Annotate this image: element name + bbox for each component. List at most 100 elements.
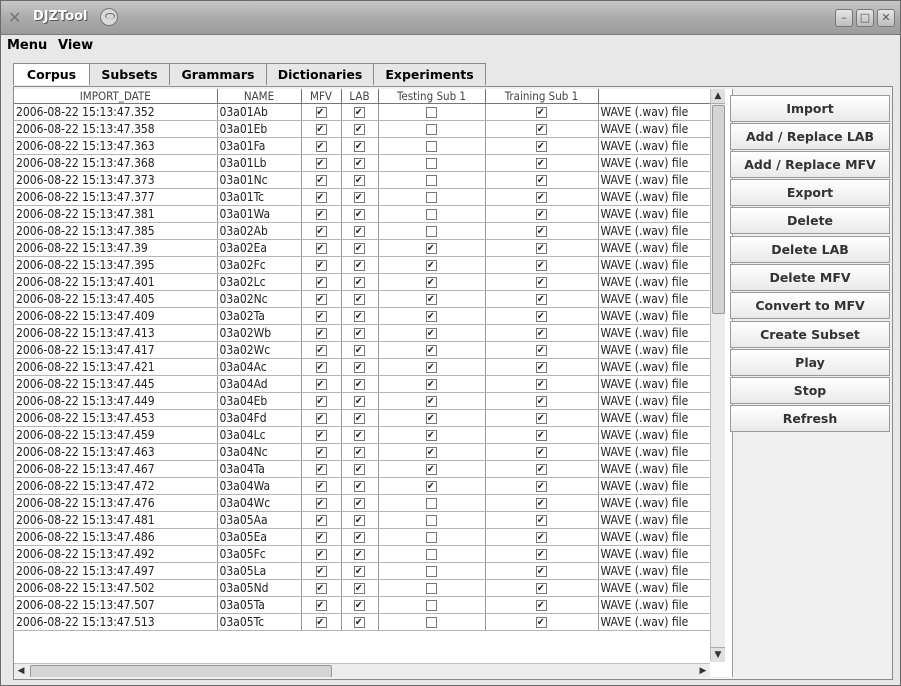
table-row[interactable]: 2006-08-22 15:13:47.3903a02Ea WAVE (.wav)… [14, 239, 711, 257]
checkbox-mfv[interactable] [315, 564, 327, 579]
checkbox-lab[interactable] [354, 513, 365, 528]
delete-mfv-button[interactable]: Delete MFV [730, 264, 890, 291]
scroll-left-icon[interactable]: ◀ [14, 664, 28, 677]
checkbox-lab[interactable] [354, 173, 365, 188]
checkbox-testing-sub-1[interactable] [426, 394, 437, 409]
table-row[interactable]: 2006-08-22 15:13:47.37703a01Tc WAVE (.wav… [14, 188, 711, 206]
table-row[interactable]: 2006-08-22 15:13:47.47603a04Wc WAVE (.wav… [14, 494, 711, 512]
checkbox-lab[interactable] [354, 122, 365, 137]
table-row[interactable]: 2006-08-22 15:13:47.48603a05Ea WAVE (.wav… [14, 528, 711, 546]
checkbox-testing-sub-1[interactable] [426, 515, 437, 526]
checkbox-testing-sub-1[interactable] [426, 309, 437, 324]
checkbox-training-sub-1[interactable] [536, 241, 547, 256]
table-row[interactable]: 2006-08-22 15:13:47.36303a01Fa WAVE (.wav… [14, 137, 711, 155]
checkbox-testing-sub-1[interactable] [426, 600, 437, 611]
table-row[interactable]: 2006-08-22 15:13:47.46703a04Ta WAVE (.wav… [14, 460, 711, 478]
menu-item-view[interactable]: View [58, 38, 93, 53]
checkbox-training-sub-1[interactable] [536, 428, 547, 443]
checkbox-lab[interactable] [354, 445, 365, 460]
col-header-import-date[interactable]: IMPORT_DATE [14, 89, 218, 104]
tab-experiments[interactable]: Experiments [373, 63, 486, 85]
checkbox-testing-sub-1[interactable] [426, 360, 437, 375]
checkbox-lab[interactable] [354, 411, 365, 426]
checkbox-testing-sub-1[interactable] [426, 532, 437, 543]
checkbox-training-sub-1[interactable] [536, 139, 547, 154]
checkbox-testing-sub-1[interactable] [426, 377, 437, 392]
checkbox-mfv[interactable] [315, 173, 327, 188]
checkbox-testing-sub-1[interactable] [426, 326, 437, 341]
checkbox-mfv[interactable] [315, 411, 327, 426]
checkbox-training-sub-1[interactable] [536, 530, 547, 545]
export-button[interactable]: Export [730, 179, 890, 206]
checkbox-testing-sub-1[interactable] [426, 445, 437, 460]
checkbox-mfv[interactable] [315, 105, 327, 120]
checkbox-mfv[interactable] [315, 309, 327, 324]
checkbox-mfv[interactable] [315, 513, 327, 528]
checkbox-lab[interactable] [354, 547, 365, 562]
table-row[interactable]: 2006-08-22 15:13:47.40503a02Nc WAVE (.wav… [14, 290, 711, 308]
checkbox-mfv[interactable] [315, 292, 327, 307]
horizontal-scrollbar[interactable]: ◀ ▶ [14, 663, 710, 677]
checkbox-mfv[interactable] [315, 275, 327, 290]
checkbox-testing-sub-1[interactable] [426, 275, 437, 290]
table-row[interactable]: 2006-08-22 15:13:47.35803a01Eb WAVE (.wav… [14, 120, 711, 138]
checkbox-training-sub-1[interactable] [536, 207, 547, 222]
table-row[interactable]: 2006-08-22 15:13:47.40903a02Ta WAVE (.wav… [14, 307, 711, 325]
checkbox-training-sub-1[interactable] [536, 190, 547, 205]
checkbox-training-sub-1[interactable] [536, 615, 547, 630]
checkbox-training-sub-1[interactable] [536, 394, 547, 409]
table-row[interactable]: 2006-08-22 15:13:47.48103a05Aa WAVE (.wav… [14, 511, 711, 529]
checkbox-lab[interactable] [354, 139, 365, 154]
checkbox-training-sub-1[interactable] [536, 258, 547, 273]
checkbox-mfv[interactable] [315, 581, 327, 596]
checkbox-testing-sub-1[interactable] [426, 462, 437, 477]
delete-lab-button[interactable]: Delete LAB [730, 236, 890, 263]
table-row[interactable]: 2006-08-22 15:13:47.36803a01Lb WAVE (.wav… [14, 154, 711, 172]
checkbox-lab[interactable] [354, 343, 365, 358]
table-row[interactable]: 2006-08-22 15:13:47.40103a02Lc WAVE (.wav… [14, 273, 711, 291]
checkbox-mfv[interactable] [315, 598, 327, 613]
col-header-mfv[interactable]: MFV [301, 89, 342, 104]
checkbox-mfv[interactable] [315, 428, 327, 443]
table-row[interactable]: 2006-08-22 15:13:47.35203a01Ab WAVE (.wav… [14, 103, 711, 121]
checkbox-lab[interactable] [354, 156, 365, 171]
checkbox-training-sub-1[interactable] [536, 479, 547, 494]
checkbox-training-sub-1[interactable] [536, 309, 547, 324]
maximize-icon[interactable]: □ [856, 9, 874, 27]
checkbox-lab[interactable] [354, 190, 365, 205]
checkbox-lab[interactable] [354, 428, 365, 443]
checkbox-training-sub-1[interactable] [536, 343, 547, 358]
scroll-right-icon[interactable]: ▶ [696, 664, 710, 677]
horizontal-scroll-thumb[interactable] [30, 665, 332, 677]
table-row[interactable]: 2006-08-22 15:13:47.51303a05Tc WAVE (.wav… [14, 613, 711, 631]
checkbox-training-sub-1[interactable] [536, 513, 547, 528]
checkbox-mfv[interactable] [315, 258, 327, 273]
checkbox-lab[interactable] [354, 598, 365, 613]
checkbox-testing-sub-1[interactable] [426, 479, 437, 494]
checkbox-lab[interactable] [354, 309, 365, 324]
checkbox-lab[interactable] [354, 207, 365, 222]
checkbox-mfv[interactable] [315, 479, 327, 494]
checkbox-lab[interactable] [354, 530, 365, 545]
checkbox-testing-sub-1[interactable] [426, 549, 437, 560]
checkbox-training-sub-1[interactable] [536, 122, 547, 137]
checkbox-testing-sub-1[interactable] [426, 617, 437, 628]
convert-to-mfv-button[interactable]: Convert to MFV [730, 292, 890, 319]
checkbox-testing-sub-1[interactable] [426, 411, 437, 426]
checkbox-lab[interactable] [354, 462, 365, 477]
checkbox-lab[interactable] [354, 326, 365, 341]
checkbox-lab[interactable] [354, 479, 365, 494]
table-row[interactable]: 2006-08-22 15:13:47.39503a02Fc WAVE (.wav… [14, 256, 711, 274]
checkbox-mfv[interactable] [315, 547, 327, 562]
checkbox-mfv[interactable] [315, 394, 327, 409]
checkbox-testing-sub-1[interactable] [426, 583, 437, 594]
checkbox-training-sub-1[interactable] [536, 173, 547, 188]
checkbox-testing-sub-1[interactable] [426, 175, 437, 186]
checkbox-testing-sub-1[interactable] [426, 292, 437, 307]
checkbox-testing-sub-1[interactable] [426, 226, 437, 237]
tab-corpus[interactable]: Corpus [13, 63, 90, 85]
refresh-button[interactable]: Refresh [730, 405, 890, 432]
table-row[interactable]: 2006-08-22 15:13:47.50203a05Nd WAVE (.wav… [14, 579, 711, 597]
checkbox-training-sub-1[interactable] [536, 462, 547, 477]
checkbox-training-sub-1[interactable] [536, 326, 547, 341]
